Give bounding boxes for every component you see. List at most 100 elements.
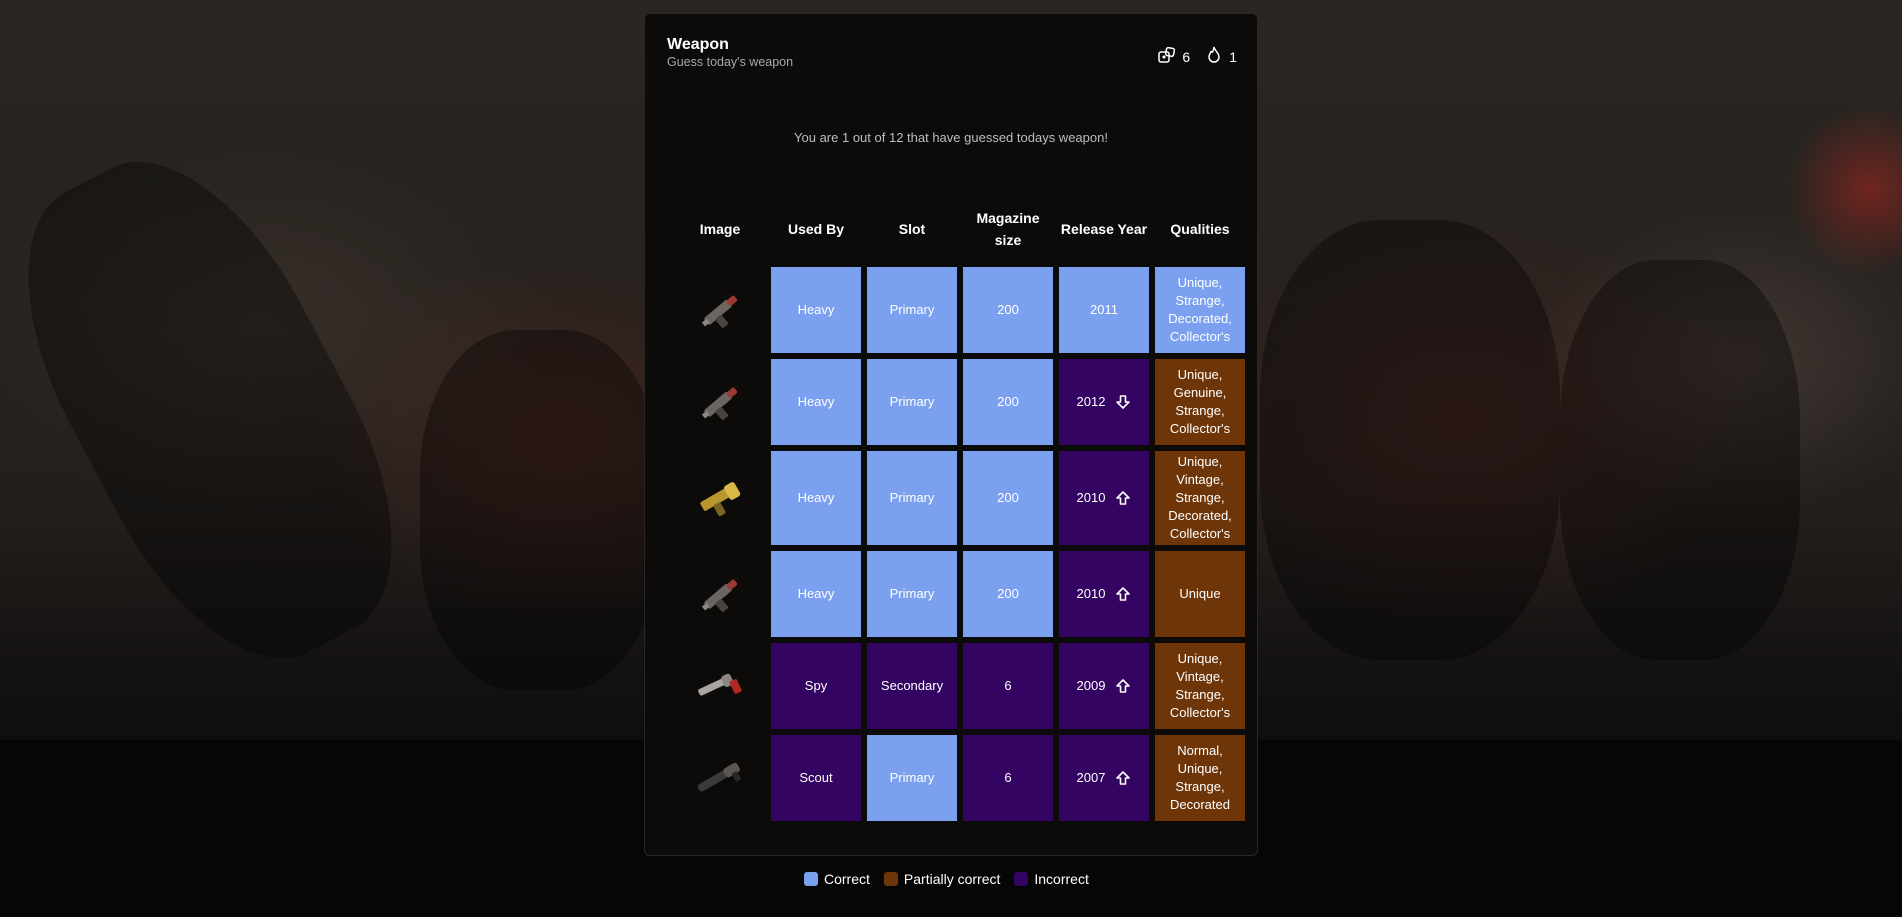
used-by-cell-text: Heavy [797, 394, 835, 409]
guess-row: Heavy Primary 200 2011 Unique, Strange, Deco… [675, 267, 1245, 353]
slot-cell-text: Primary [889, 770, 935, 785]
release-year-cell-text: 2009 [1076, 678, 1106, 693]
column-header-release-year: Release Year [1060, 221, 1148, 237]
used-by-cell: Scout [771, 735, 861, 821]
magazine-size-cell-text: 200 [997, 394, 1019, 409]
guess-row: Heavy Primary 200 2010 Unique [675, 551, 1245, 637]
release-year-cell-text: 2012 [1076, 394, 1106, 409]
magazine-size-cell-text: 200 [997, 490, 1019, 505]
qualities-cell-text: Unique, Vintage, Strange, Collector's [1169, 651, 1231, 720]
incorrect-swatch [1014, 872, 1029, 886]
page-subtitle: Guess today's weapon [667, 55, 794, 69]
magazine-size-cell: 200 [963, 451, 1053, 545]
qualities-cell-text: Unique, Vintage, Strange, Decorated, Col… [1168, 454, 1232, 541]
release-year-cell-text: 2010 [1076, 490, 1106, 505]
streak-stat: 1 [1204, 45, 1237, 68]
magazine-size-cell: 200 [963, 551, 1053, 637]
legend-incorrect: Incorrect [1014, 871, 1089, 887]
magazine-size-cell-text: 6 [1004, 678, 1012, 693]
partial-swatch [883, 872, 898, 886]
guess-row: Spy Secondary 6 2009 Unique, Vintage, Strang… [675, 643, 1245, 729]
dice-icon [1157, 45, 1177, 68]
qualities-cell: Unique [1155, 551, 1245, 637]
used-by-cell: Heavy [771, 451, 861, 545]
release-year-cell: 2010 [1059, 551, 1149, 637]
scattergun-weapon-icon [675, 735, 765, 821]
used-by-cell-text: Heavy [797, 586, 835, 601]
column-header-used-by: Used By [787, 221, 845, 237]
arrow-up-icon [1115, 586, 1131, 602]
magazine-size-cell: 200 [963, 267, 1053, 353]
slot-cell: Primary [867, 551, 957, 637]
used-by-cell-text: Heavy [797, 490, 835, 505]
qualities-cell-text: Normal, Unique, Strange, Decorated [1170, 743, 1230, 812]
guess-rows: Heavy Primary 200 2011 Unique, Strange, Deco… [675, 267, 1245, 821]
slot-cell-text: Primary [889, 302, 935, 317]
magazine-size-cell: 200 [963, 359, 1053, 445]
slot-cell-text: Primary [889, 490, 935, 505]
qualities-cell: Normal, Unique, Strange, Decorated [1155, 735, 1245, 821]
column-header-slot: Slot [898, 221, 926, 237]
page-title: Weapon [667, 36, 729, 53]
used-by-cell: Heavy [771, 359, 861, 445]
revolver-weapon-icon [675, 643, 765, 729]
guessed-notice: You are 1 out of 12 that have guessed to… [794, 130, 1108, 145]
table-header: Image Used By Slot Magazine size Release… [675, 199, 1245, 259]
stats-bar: 6 1 [1157, 45, 1237, 68]
magazine-size-cell: 6 [963, 735, 1053, 821]
minigun-weapon-icon [675, 359, 765, 445]
qualities-cell-text: Unique, Strange, Decorated, Collector's [1168, 275, 1232, 344]
gold-minigun-weapon-icon [675, 451, 765, 545]
used-by-cell: Heavy [771, 267, 861, 353]
guess-count-stat: 6 [1157, 45, 1190, 68]
release-year-cell-text: 2010 [1076, 586, 1106, 601]
flame-icon [1204, 45, 1224, 68]
qualities-cell: Unique, Vintage, Strange, Collector's [1155, 643, 1245, 729]
used-by-cell: Spy [771, 643, 861, 729]
slot-cell: Secondary [867, 643, 957, 729]
arrow-down-icon [1115, 394, 1131, 410]
legend: Correct Partially correct Incorrect [804, 871, 1089, 887]
release-year-cell-text: 2007 [1076, 770, 1106, 785]
slot-cell-text: Secondary [880, 678, 944, 693]
minigun-weapon-icon [675, 551, 765, 637]
slot-cell: Primary [867, 451, 957, 545]
release-year-cell: 2010 [1059, 451, 1149, 545]
arrow-up-icon [1115, 678, 1131, 694]
column-header-qualities: Qualities [1170, 221, 1230, 237]
streak-count: 1 [1229, 48, 1237, 65]
slot-cell: Primary [867, 267, 957, 353]
qualities-cell: Unique, Vintage, Strange, Decorated, Col… [1155, 451, 1245, 545]
guess-count: 6 [1182, 48, 1191, 65]
guess-row: Scout Primary 6 2007 Normal, Unique, Strange… [675, 735, 1245, 821]
guess-row: Heavy Primary 200 2010 Unique, Vintage, Stra… [675, 451, 1245, 545]
magazine-size-cell-text: 200 [997, 302, 1019, 317]
used-by-cell-text: Scout [799, 770, 833, 785]
magazine-size-cell-text: 200 [997, 586, 1019, 601]
magazine-size-cell-text: 6 [1004, 770, 1012, 785]
release-year-cell: 2012 [1059, 359, 1149, 445]
slot-cell-text: Primary [889, 586, 935, 601]
used-by-cell: Heavy [771, 551, 861, 637]
used-by-cell-text: Spy [804, 678, 828, 693]
guess-table: Image Used By Slot Magazine size Release… [675, 199, 1245, 827]
qualities-cell-text: Unique, Genuine, Strange, Collector's [1169, 367, 1231, 436]
release-year-cell-text: 2011 [1090, 302, 1118, 317]
weapon-game-panel: Weapon Guess today's weapon 6 1 You are … [644, 13, 1258, 856]
qualities-cell-text: Unique [1179, 586, 1221, 601]
used-by-cell-text: Heavy [797, 302, 835, 317]
legend-partial: Partially correct [883, 871, 1000, 887]
arrow-up-icon [1115, 490, 1131, 506]
qualities-cell: Unique, Strange, Decorated, Collector's [1155, 267, 1245, 353]
magazine-size-cell: 6 [963, 643, 1053, 729]
minigun-weapon-icon [675, 267, 765, 353]
slot-cell-text: Primary [889, 394, 935, 409]
column-header-magazine-size: Magazine size [976, 210, 1040, 248]
release-year-cell: 2007 [1059, 735, 1149, 821]
column-header-image: Image [699, 221, 741, 237]
correct-swatch [804, 872, 818, 886]
release-year-cell: 2009 [1059, 643, 1149, 729]
slot-cell: Primary [867, 735, 957, 821]
legend-correct: Correct [804, 871, 870, 887]
slot-cell: Primary [867, 359, 957, 445]
